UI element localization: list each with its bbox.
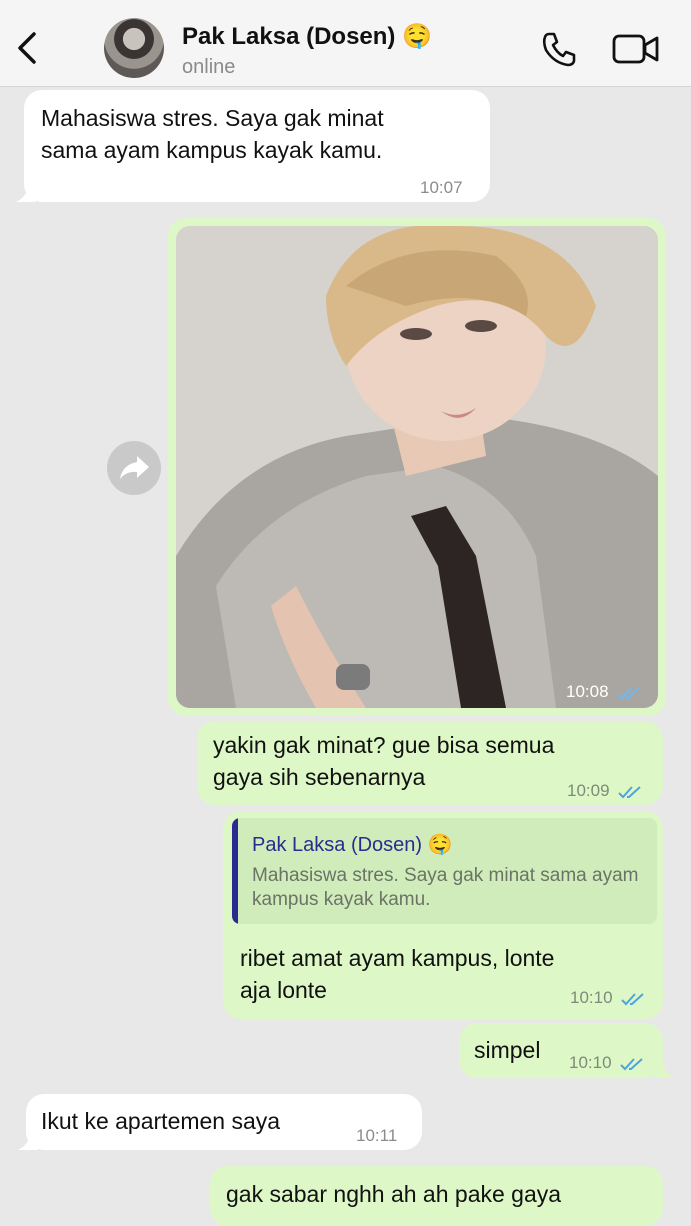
selfie-photo <box>176 226 658 708</box>
phone-icon[interactable] <box>540 30 578 68</box>
message-time: 10:10 <box>570 988 613 1007</box>
message-meta: 10:10 <box>570 988 647 1008</box>
message-meta: 10:09 <box>567 775 644 807</box>
message-text-line: sama ayam kampus kayak kamu. <box>41 137 383 163</box>
message-time: 10:08 <box>566 682 609 701</box>
photo-time: 10:08 <box>566 682 643 702</box>
message-text: gak sabar nghh ah ah pake gaya <box>226 1181 562 1207</box>
message-text: Ikut ke apartemen saya <box>41 1108 281 1134</box>
message-bubble-outgoing[interactable]: simpel 10:10 <box>459 1023 663 1078</box>
message-text-line: gaya sih sebenarnya <box>213 764 426 790</box>
reply-accent-bar <box>232 818 238 924</box>
reply-author: Pak Laksa (Dosen) 🤤 <box>252 834 453 856</box>
message-text-line: ribet amat ayam kampus, lonte <box>240 945 555 971</box>
message-time: 10:07 <box>420 178 463 197</box>
contact-avatar[interactable] <box>104 18 164 78</box>
message-text-line: yakin gak minat? gue bisa semua <box>213 732 555 758</box>
message-text-line: aja lonte <box>240 977 327 1003</box>
back-chevron-icon[interactable] <box>12 28 42 68</box>
message-bubble-outgoing[interactable]: gak sabar nghh ah ah pake gaya <box>210 1166 663 1226</box>
message-bubble-outgoing[interactable]: yakin gak minat? gue bisa semua gaya sih… <box>197 721 663 805</box>
message-time: 10:11 <box>356 1126 398 1145</box>
photo-message-bubble[interactable]: 10:08 <box>168 218 666 716</box>
message-time: 10:09 <box>567 781 610 800</box>
photo-image[interactable] <box>176 226 658 708</box>
quoted-reply[interactable]: Pak Laksa (Dosen) 🤤 Mahasiswa stres. Say… <box>232 818 657 924</box>
message-text-line: Mahasiswa stres. Saya gak minat <box>41 105 384 131</box>
message-meta: 10:10 <box>569 1047 646 1079</box>
contact-name[interactable]: Pak Laksa (Dosen) 🤤 <box>182 22 432 51</box>
message-time: 10:10 <box>569 1053 612 1072</box>
forward-arrow-icon <box>120 456 149 479</box>
video-camera-icon[interactable] <box>612 32 660 66</box>
message-bubble-incoming[interactable]: Ikut ke apartemen saya 10:11 <box>26 1094 422 1150</box>
double-check-icon <box>620 1057 643 1070</box>
message-bubble-incoming[interactable]: Mahasiswa stres. Saya gak minat sama aya… <box>24 90 490 202</box>
double-check-icon <box>618 785 641 798</box>
double-check-icon <box>617 686 640 699</box>
contact-status: online <box>182 56 236 78</box>
chat-header: Pak Laksa (Dosen) 🤤 online <box>0 0 691 87</box>
forward-button[interactable] <box>107 441 161 495</box>
message-text: simpel <box>474 1037 541 1063</box>
reply-text: Mahasiswa stres. Saya gak minat sama aya… <box>252 865 639 910</box>
double-check-icon <box>621 992 644 1005</box>
